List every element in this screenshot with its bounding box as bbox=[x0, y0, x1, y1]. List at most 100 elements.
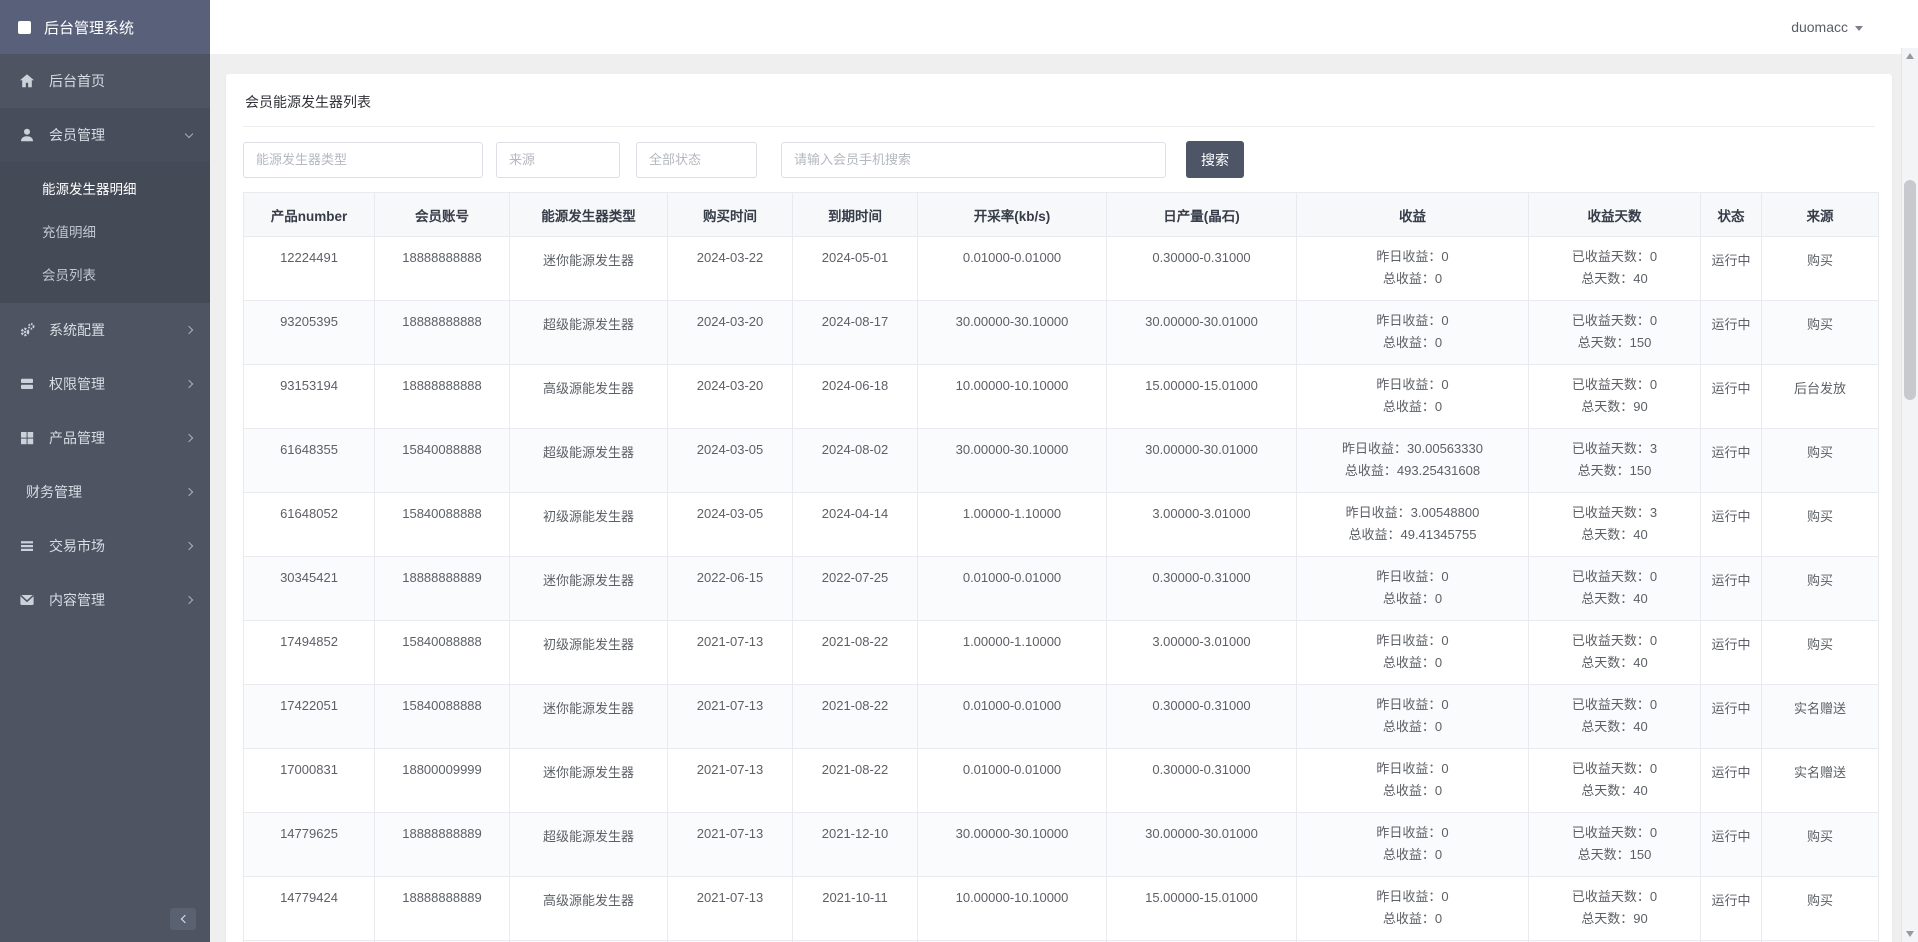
column-header: 状态 bbox=[1701, 193, 1762, 237]
cell-line: 总收益：0 bbox=[1297, 652, 1528, 674]
cell-number: 30345421 bbox=[244, 557, 375, 621]
cell-status: 运行中 bbox=[1701, 813, 1762, 877]
list-icon bbox=[18, 538, 35, 555]
search-button[interactable]: 搜索 bbox=[1186, 141, 1244, 178]
cell-line: 已收益天数：0 bbox=[1529, 694, 1700, 716]
cell-days_line1: 已收益天数：0总天数：40 bbox=[1529, 685, 1701, 749]
sidebar-item[interactable]: 财务管理 bbox=[0, 465, 210, 519]
chevron-right-icon bbox=[185, 434, 193, 442]
source-select[interactable] bbox=[496, 142, 620, 178]
cell-status: 运行中 bbox=[1701, 493, 1762, 557]
cell-status: 运行中 bbox=[1701, 237, 1762, 301]
grid-icon bbox=[18, 430, 35, 447]
topbar: duomacc bbox=[210, 0, 1918, 54]
column-header: 日产量(晶石) bbox=[1107, 193, 1297, 237]
gears-icon bbox=[18, 322, 35, 339]
cell-line: 已收益天数：3 bbox=[1529, 438, 1700, 460]
cell-type: 超级能源发生器 bbox=[510, 301, 668, 365]
cell-number: 93205395 bbox=[244, 301, 375, 365]
column-header: 到期时间 bbox=[793, 193, 918, 237]
sidebar-item[interactable]: 后台首页 bbox=[0, 54, 210, 108]
cell-source: 购买 bbox=[1762, 493, 1879, 557]
sidebar-item[interactable]: 内容管理 bbox=[0, 573, 210, 627]
cell-number: 17000831 bbox=[244, 749, 375, 813]
cell-account: 18800009999 bbox=[375, 749, 510, 813]
cell-rate: 0.01000-0.01000 bbox=[918, 237, 1107, 301]
cell-days_line1: 已收益天数：0总天数：40 bbox=[1529, 749, 1701, 813]
sidebar-item[interactable]: 产品管理 bbox=[0, 411, 210, 465]
chevron-right-icon bbox=[185, 596, 193, 604]
cell-rate: 10.00000-10.10000 bbox=[918, 365, 1107, 429]
cell-account: 15840088888 bbox=[375, 429, 510, 493]
cell-days_line1: 已收益天数：0总天数：150 bbox=[1529, 813, 1701, 877]
cell-daily_output: 3.00000-3.01000 bbox=[1107, 621, 1297, 685]
generator-table: 产品number会员账号能源发生器类型购买时间到期时间开采率(kb/s)日产量(… bbox=[243, 192, 1879, 942]
cell-line: 昨日收益：0 bbox=[1297, 822, 1528, 844]
cell-rate: 10.00000-10.10000 bbox=[918, 877, 1107, 941]
cell-line: 已收益天数：0 bbox=[1529, 566, 1700, 588]
cell-line: 总天数：40 bbox=[1529, 652, 1700, 674]
sidebar-item[interactable]: 系统配置 bbox=[0, 303, 210, 357]
cell-expire_date: 2021-10-11 bbox=[793, 877, 918, 941]
cell-account: 18888888888 bbox=[375, 365, 510, 429]
cell-account: 15840088888 bbox=[375, 493, 510, 557]
cell-status: 运行中 bbox=[1701, 429, 1762, 493]
cell-line: 总天数：40 bbox=[1529, 716, 1700, 738]
table-row: 3034542118888888889迷你能源发生器2022-06-152022… bbox=[244, 557, 1879, 621]
window-scrollbar[interactable] bbox=[1901, 48, 1918, 942]
brand-title: 后台管理系统 bbox=[44, 17, 134, 38]
cell-days_line1: 已收益天数：0总天数：40 bbox=[1529, 557, 1701, 621]
cell-status: 运行中 bbox=[1701, 365, 1762, 429]
cell-type: 超级能源发生器 bbox=[510, 813, 668, 877]
cell-line: 昨日收益：0 bbox=[1297, 310, 1528, 332]
scroll-down-icon[interactable] bbox=[1906, 931, 1914, 937]
sidebar-item[interactable]: 会员管理 bbox=[0, 108, 210, 162]
sidebar-subitem[interactable]: 能源发生器明细 bbox=[0, 168, 210, 211]
sidebar-item[interactable]: 权限管理 bbox=[0, 357, 210, 411]
user-menu[interactable]: duomacc bbox=[1791, 19, 1863, 35]
generator-type-select[interactable] bbox=[243, 142, 483, 178]
cell-account: 18888888889 bbox=[375, 813, 510, 877]
member-phone-search-input[interactable] bbox=[781, 142, 1166, 178]
cell-profit_line1: 昨日收益：0总收益：0 bbox=[1297, 237, 1529, 301]
cell-expire_date: 2022-07-25 bbox=[793, 557, 918, 621]
cell-number: 12224491 bbox=[244, 237, 375, 301]
cell-type: 初级源能发生器 bbox=[510, 621, 668, 685]
cell-line: 昨日收益：0 bbox=[1297, 566, 1528, 588]
username: duomacc bbox=[1791, 19, 1848, 35]
sidebar-item[interactable]: 交易市场 bbox=[0, 519, 210, 573]
cell-line: 总天数：40 bbox=[1529, 524, 1700, 546]
page-title: 会员能源发生器列表 bbox=[243, 82, 1875, 127]
table-row: 1700083118800009999迷你能源发生器2021-07-132021… bbox=[244, 749, 1879, 813]
cell-status: 运行中 bbox=[1701, 301, 1762, 365]
cell-line: 总天数：40 bbox=[1529, 588, 1700, 610]
app-window: 后台管理系统 后台首页会员管理能源发生器明细充值明细会员列表系统配置权限管理产品… bbox=[0, 0, 1918, 942]
status-select[interactable] bbox=[636, 142, 757, 178]
sidebar-item-label: 财务管理 bbox=[26, 482, 172, 502]
sidebar-collapse-button[interactable] bbox=[170, 908, 196, 930]
cell-line: 已收益天数：0 bbox=[1529, 310, 1700, 332]
sidebar: 后台管理系统 后台首页会员管理能源发生器明细充值明细会员列表系统配置权限管理产品… bbox=[0, 0, 210, 942]
sidebar-item-label: 内容管理 bbox=[49, 590, 172, 610]
cell-number: 14779625 bbox=[244, 813, 375, 877]
main-area: duomacc 会员能源发生器列表 搜索 产品number会员账号能源发生器类 bbox=[210, 0, 1918, 942]
brand-logo-icon bbox=[18, 21, 31, 34]
column-header: 收益天数 bbox=[1529, 193, 1701, 237]
sidebar-subitem[interactable]: 会员列表 bbox=[0, 254, 210, 297]
cell-line: 总天数：150 bbox=[1529, 460, 1700, 482]
cell-account: 18888888889 bbox=[375, 877, 510, 941]
scroll-up-icon[interactable] bbox=[1906, 53, 1914, 59]
sidebar-menu: 后台首页会员管理能源发生器明细充值明细会员列表系统配置权限管理产品管理财务管理交… bbox=[0, 54, 210, 627]
sidebar-item-label: 产品管理 bbox=[49, 428, 172, 448]
content-area: 会员能源发生器列表 搜索 产品number会员账号能源发生器类型购买时间到期时间… bbox=[210, 54, 1918, 942]
cell-expire_date: 2021-12-10 bbox=[793, 813, 918, 877]
chevron-right-icon bbox=[185, 488, 193, 496]
sidebar-subitem[interactable]: 充值明细 bbox=[0, 211, 210, 254]
cell-source: 购买 bbox=[1762, 621, 1879, 685]
cell-rate: 30.00000-30.10000 bbox=[918, 429, 1107, 493]
cell-buy_date: 2024-03-20 bbox=[668, 301, 793, 365]
cell-line: 总天数：150 bbox=[1529, 844, 1700, 866]
cell-expire_date: 2024-04-14 bbox=[793, 493, 918, 557]
sidebar-item-label: 交易市场 bbox=[49, 536, 172, 556]
scrollbar-thumb[interactable] bbox=[1904, 180, 1916, 400]
